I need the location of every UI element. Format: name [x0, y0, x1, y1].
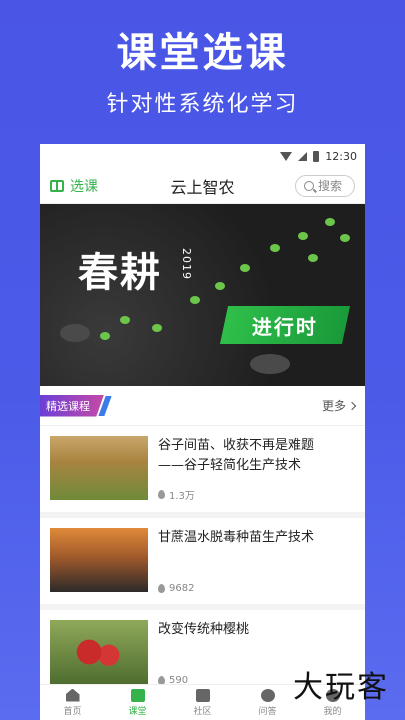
tab-home[interactable]: 首页 [40, 685, 105, 720]
tab-classroom[interactable]: 课堂 [105, 685, 170, 720]
course-title: 改变传统种樱桃 [158, 620, 355, 640]
course-thumbnail [50, 436, 148, 500]
promo-title: 课堂选课 [116, 30, 289, 76]
banner-year: 2019 [180, 248, 193, 280]
course-views: 1.3万 [158, 487, 355, 502]
course-title: 谷子间苗、收获不再是难题 ——谷子轻简化生产技术 [158, 436, 355, 476]
course-title-line: ——谷子轻简化生产技术 [158, 458, 302, 473]
seedling [215, 282, 225, 290]
section-header: 精选课程 更多 [40, 386, 365, 426]
course-title-line: 谷子间苗、收获不再是难题 [158, 438, 315, 453]
signal-icon [298, 151, 308, 161]
wifi-icon [280, 151, 293, 161]
soil-texture [60, 324, 90, 342]
flame-icon [158, 490, 165, 499]
section-badge: 精选课程 [40, 394, 104, 417]
banner-title: 春耕 [78, 250, 162, 296]
course-item[interactable]: 甘蔗温水脱毒种苗生产技术 9682 [40, 518, 365, 610]
course-title-line: 甘蔗温水脱毒种苗生产技术 [158, 530, 315, 545]
tab-label: 首页 [63, 706, 82, 717]
course-title: 甘蔗温水脱毒种苗生产技术 [158, 528, 355, 548]
status-time: 12:30 [325, 149, 357, 163]
search-icon [304, 180, 314, 191]
course-views-count: 9682 [169, 583, 195, 594]
seedling [240, 264, 250, 272]
banner-tag-label: 进行时 [252, 314, 318, 339]
tab-label: 问答 [258, 706, 277, 717]
status-bar: 12:30 [40, 144, 365, 168]
seedling [100, 332, 110, 340]
seedling [308, 254, 318, 262]
select-course-label: 选课 [70, 178, 98, 195]
seedling [298, 232, 308, 240]
battery-icon [313, 150, 320, 162]
phone-screen: 12:30 选课 云上智农 搜索 春耕 2019 进行时 精选课程 更多 谷子间… [40, 144, 365, 720]
home-icon [65, 688, 80, 702]
select-course-button[interactable]: 选课 [50, 176, 98, 196]
course-thumbnail [50, 528, 148, 592]
seedling [340, 234, 350, 242]
tab-community[interactable]: 社区 [170, 685, 235, 720]
banner-tag: 进行时 [219, 306, 351, 344]
chevron-right-icon [347, 401, 357, 410]
tab-label: 课堂 [128, 706, 147, 717]
seedling [190, 296, 200, 304]
soil-texture [250, 354, 290, 374]
app-header: 选课 云上智农 搜索 [40, 168, 365, 204]
course-info: 甘蔗温水脱毒种苗生产技术 9682 [158, 528, 355, 594]
course-views-count: 1.3万 [169, 491, 195, 502]
course-item[interactable]: 谷子间苗、收获不再是难题 ——谷子轻简化生产技术 1.3万 [40, 426, 365, 518]
book-icon [50, 179, 64, 192]
community-icon [195, 688, 210, 702]
course-thumbnail [50, 620, 148, 684]
more-link[interactable]: 更多 [321, 397, 357, 414]
search-input[interactable]: 搜索 [295, 174, 355, 197]
more-label: 更多 [321, 399, 346, 413]
banner[interactable]: 春耕 2019 进行时 [40, 204, 365, 386]
course-views: 9682 [158, 583, 355, 594]
tab-qa[interactable]: 问答 [235, 685, 300, 720]
watermark: 大玩客 [293, 670, 389, 705]
course-info: 谷子间苗、收获不再是难题 ——谷子轻简化生产技术 1.3万 [158, 436, 355, 502]
promo-subtitle: 针对性系统化学习 [106, 92, 299, 117]
seedling [152, 324, 162, 332]
classroom-icon [130, 688, 145, 702]
search-placeholder: 搜索 [318, 179, 343, 193]
seedling [120, 316, 130, 324]
seedling [270, 244, 280, 252]
tab-label: 社区 [193, 706, 212, 717]
flame-icon [158, 584, 165, 593]
course-title-line: 改变传统种樱桃 [158, 622, 250, 637]
seedling [325, 218, 335, 226]
qa-icon [260, 688, 275, 702]
